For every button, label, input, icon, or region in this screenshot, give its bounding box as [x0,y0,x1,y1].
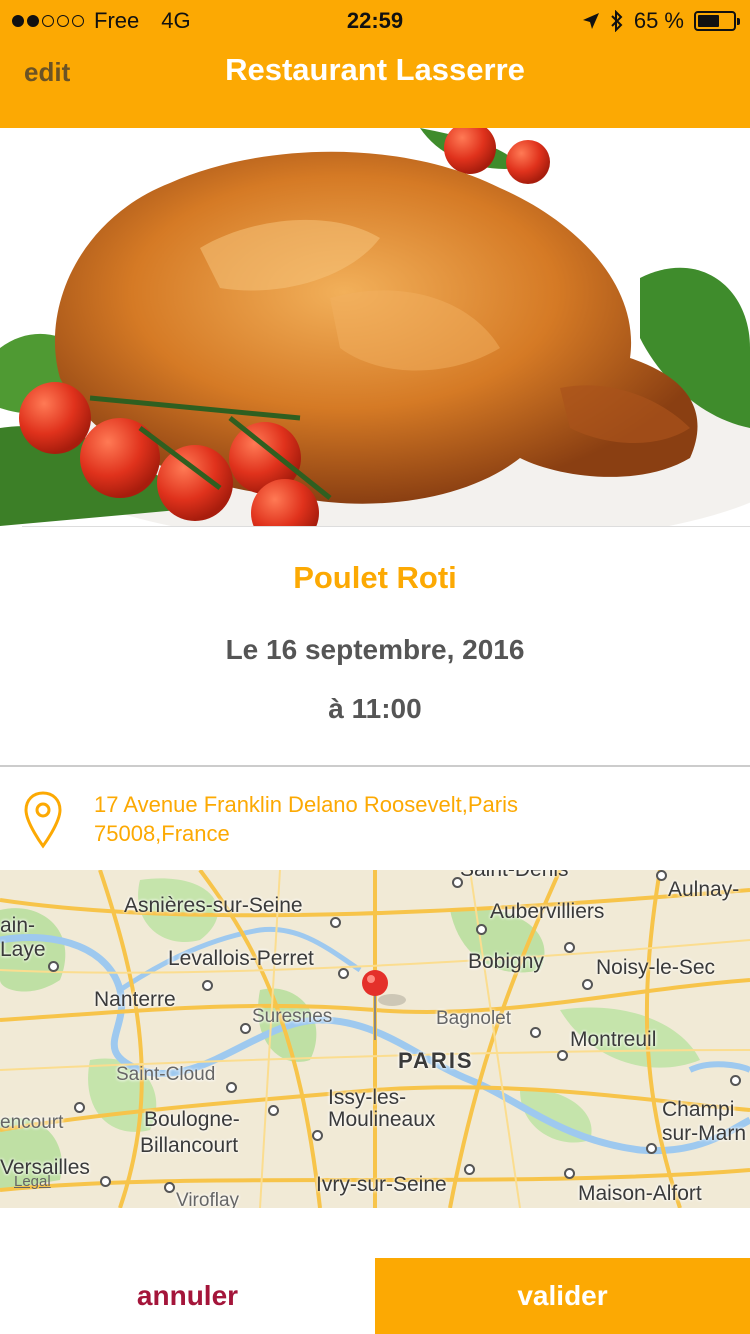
address-text[interactable]: 17 Avenue Franklin Delano Roosevelt,Pari… [94,790,714,848]
city-marker [338,968,349,979]
map-label: sur-Marn [662,1122,747,1145]
location-arrow-icon [582,13,599,29]
city-marker [202,980,213,991]
reservation-time: à 11:00 [328,693,422,724]
city-marker [48,961,59,972]
city-marker [582,979,593,990]
city-marker [656,870,667,881]
status-bar: Free 4G 22:59 65 % [0,0,750,40]
map-label: Bagnolet [436,1008,512,1029]
city-marker [100,1176,111,1187]
battery-percent: 65 % [633,8,684,33]
address-line-2: 75008,France [94,821,230,846]
map-label: Nanterre [94,988,176,1011]
divider [22,526,750,527]
city-marker [557,1050,568,1061]
map-label: Viroflay [176,1190,240,1208]
city-marker [730,1075,741,1086]
header-bar: Free 4G 22:59 65 % edit Restaurant Lasse… [0,0,750,128]
dish-name: Poulet Roti [293,560,457,595]
divider [0,765,750,767]
map-label: Ivry-sur-Seine [316,1173,447,1196]
map-label: Suresnes [252,1006,333,1027]
city-marker [530,1027,541,1038]
map-label: Saint-Cloud [116,1064,216,1085]
city-marker [464,1164,475,1175]
address-line-1: 17 Avenue Franklin Delano Roosevelt,Pari… [94,792,518,817]
city-marker [164,1182,175,1193]
map-label: Maison-Alfort [578,1182,702,1205]
map-label: Moulineaux [328,1108,436,1131]
map-label: Aubervilliers [490,900,605,923]
map-label: Boulogne- [144,1108,240,1131]
map-pin-icon [24,791,62,849]
city-marker [452,877,463,888]
confirm-button[interactable]: valider [375,1258,750,1334]
reservation-date: Le 16 septembre, 2016 [225,634,525,665]
map-label: Saint-Denis [460,870,569,882]
map-label: Noisy-le-Sec [596,956,716,979]
city-marker [74,1102,85,1113]
map-label: Issy-les- [328,1086,407,1109]
dish-photo [0,128,750,526]
map-label: encourt [0,1112,64,1133]
city-marker [564,1168,575,1179]
map-label: Billancourt [140,1134,239,1157]
city-marker [564,942,575,953]
map-label: Laye [0,938,46,961]
city-marker [312,1130,323,1141]
city-marker [268,1105,279,1116]
map-label: PARIS [398,1048,474,1073]
bluetooth-icon [611,10,623,32]
city-marker [476,924,487,935]
map-label: Champi [662,1098,735,1121]
map-label: ain- [0,914,36,937]
map-label: Montreuil [570,1028,657,1051]
city-marker [330,917,341,928]
battery-icon [694,11,740,31]
page-title: Restaurant Lasserre [225,52,525,87]
cancel-button[interactable]: annuler [0,1258,375,1334]
map-legal-link[interactable]: Legal [14,1173,51,1190]
roast-chicken-image [0,128,750,526]
map-label: Bobigny [468,950,544,973]
map-label: Levallois-Perret [168,947,314,970]
city-marker [240,1023,251,1034]
map-label: Aulnay- [668,878,740,901]
city-marker [226,1082,237,1093]
battery-level [698,15,719,27]
map-view[interactable]: Saint-Denis Aulnay- ain- Laye Asnières-s… [0,870,750,1208]
city-marker [646,1143,657,1154]
map-label: Asnières-sur-Seine [124,894,303,917]
status-right: 65 % [582,8,740,34]
